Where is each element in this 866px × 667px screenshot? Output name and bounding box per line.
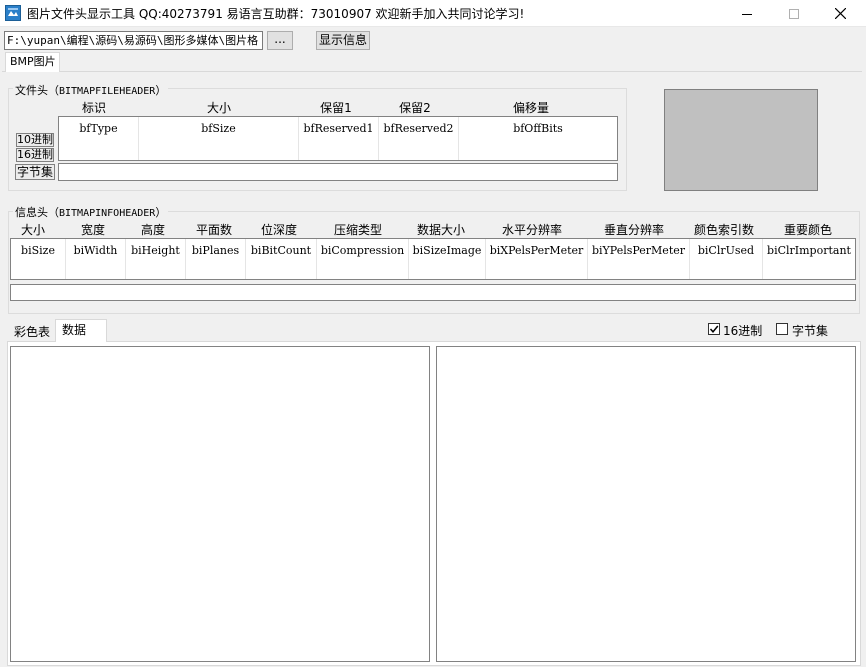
field-biclrimportant: biClrImportant: [767, 244, 851, 257]
header-label: 水平分辨率: [501, 223, 562, 237]
minimize-button[interactable]: [724, 0, 770, 27]
decimal-button[interactable]: 10进制: [16, 133, 54, 147]
info-header-legend: 信息头（BITMAPINFOHEADER）: [13, 204, 169, 220]
header-label: 标识: [81, 101, 106, 115]
header-label: 颜色索引数: [693, 223, 754, 237]
browse-button[interactable]: ...: [267, 31, 293, 50]
header-label: 偏移量: [512, 101, 549, 115]
close-button[interactable]: [817, 0, 863, 27]
bytes-checkbox-label[interactable]: 字节集: [792, 322, 828, 339]
text-data-textarea[interactable]: [436, 346, 856, 662]
maximize-button[interactable]: [771, 0, 817, 27]
info-header-bytes-field[interactable]: [10, 284, 856, 301]
header-label: 垂直分辨率: [603, 223, 664, 237]
field-biypelspermeter: biYPelsPerMeter: [588, 239, 690, 279]
field-bisize: biSize: [11, 239, 66, 279]
tab-color-table[interactable]: 彩色表: [10, 322, 55, 342]
header-label: 大小: [206, 101, 231, 115]
header-label: 高度: [140, 223, 165, 237]
field-bftype: bfType: [59, 117, 139, 160]
header-label: 数据大小: [416, 223, 465, 237]
header-label: 位深度: [260, 223, 297, 237]
tab-data[interactable]: 数据: [55, 319, 107, 342]
file-header-bytes-field[interactable]: [58, 163, 618, 181]
field-bfreserved1: bfReserved1: [299, 117, 379, 160]
header-label: 重要颜色: [783, 223, 832, 237]
image-preview: [664, 89, 818, 191]
bytes-checkbox[interactable]: [776, 323, 788, 335]
header-label: 大小: [20, 223, 45, 237]
hex-checkbox-label[interactable]: 16进制: [723, 322, 762, 339]
field-bibitcount: biBitCount: [246, 239, 317, 279]
field-bicompression: biCompression: [317, 239, 409, 279]
field-biheight: biHeight: [126, 239, 186, 279]
tab-bmp[interactable]: BMP图片: [5, 52, 60, 72]
field-biclrused: biClrUsed: [690, 239, 763, 279]
header-label: 平面数: [195, 223, 232, 237]
app-logo-icon[interactable]: [5, 5, 21, 21]
field-bixpelspermeter: biXPelsPerMeter: [486, 239, 588, 279]
field-biwidth: biWidth: [66, 239, 126, 279]
info-header-values[interactable]: biSize biWidth biHeight biPlanes biBitCo…: [10, 238, 856, 280]
hex-button[interactable]: 16进制: [16, 148, 54, 162]
checkmark-icon: [709, 325, 719, 333]
hex-checkbox[interactable]: [708, 323, 720, 335]
file-header-values[interactable]: bfType bfSize bfReserved1 bfReserved2 bf…: [58, 116, 618, 161]
file-path-input[interactable]: F:\yupan\编程\源码\易源码\图形多媒体\图片格: [4, 31, 263, 50]
field-bfreserved2: bfReserved2: [379, 117, 459, 160]
header-label: 保留2: [399, 101, 431, 115]
field-bfoffbits: bfOffBits: [513, 122, 563, 135]
field-bisizeimage: biSizeImage: [409, 239, 486, 279]
header-label: 宽度: [80, 223, 105, 237]
bytes-button[interactable]: 字节集: [15, 164, 55, 180]
field-bfsize: bfSize: [139, 117, 299, 160]
header-label: 保留1: [320, 101, 352, 115]
field-biplanes: biPlanes: [186, 239, 246, 279]
header-label: 压缩类型: [333, 223, 382, 237]
hex-data-textarea[interactable]: [10, 346, 430, 662]
show-info-button[interactable]: 显示信息: [316, 31, 370, 50]
minimize-icon: [742, 13, 752, 15]
maximize-icon: [789, 8, 799, 19]
window-title: 图片文件头显示工具 QQ:40273791 易语言互助群：73010907 欢迎…: [27, 7, 525, 21]
close-icon: [834, 8, 846, 19]
file-header-legend: 文件头（BITMAPFILEHEADER）: [13, 82, 169, 98]
